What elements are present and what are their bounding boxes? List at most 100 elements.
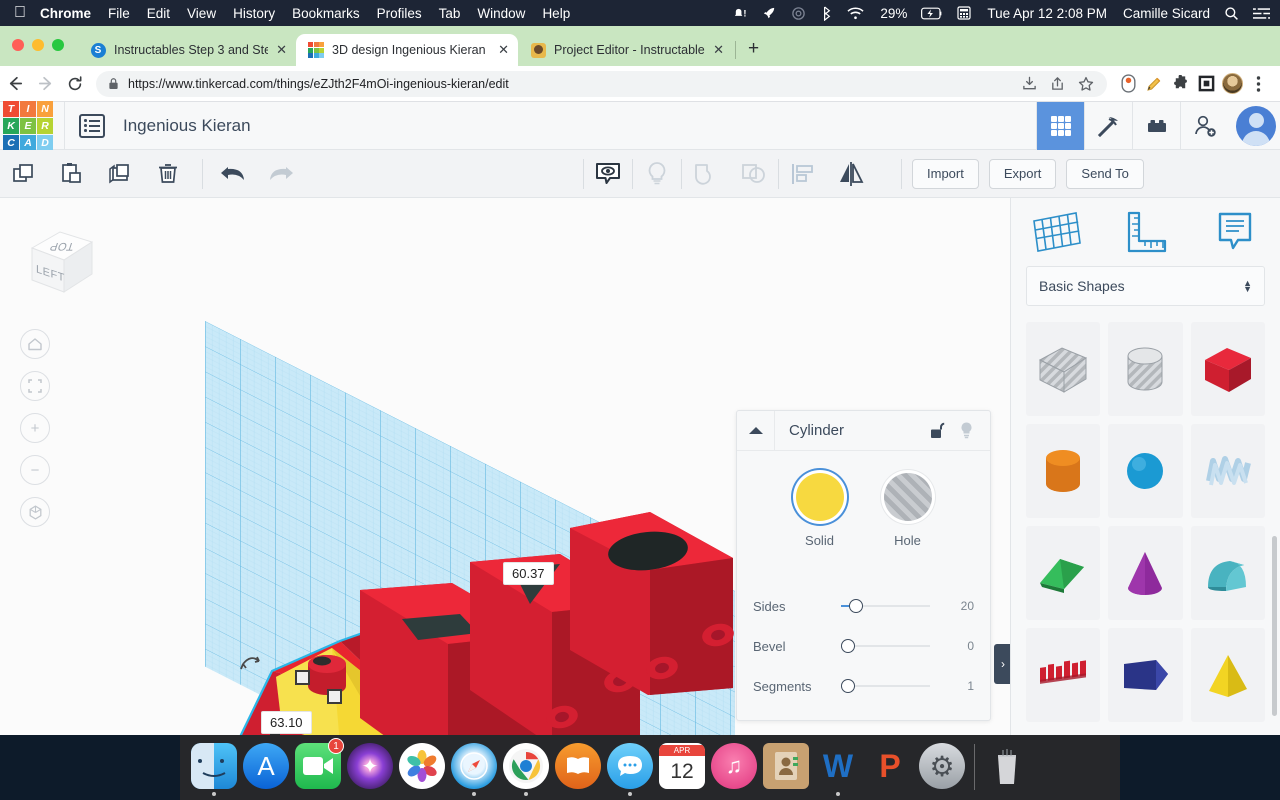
- collapse-chevron-icon[interactable]: [737, 410, 775, 451]
- send-to-button[interactable]: Send To: [1066, 158, 1144, 189]
- redo-button[interactable]: [257, 150, 305, 198]
- dock-item-word[interactable]: W: [812, 740, 864, 796]
- bevel-slider[interactable]: [841, 639, 930, 653]
- dock-item-system-preferences[interactable]: ⚙: [916, 740, 968, 796]
- ruler-icon[interactable]: [1101, 209, 1191, 255]
- square-extension-icon[interactable]: [1193, 75, 1219, 92]
- workplane-grid-icon[interactable]: [1011, 209, 1101, 255]
- puzzle-extension-icon[interactable]: [1167, 75, 1193, 92]
- menu-item-edit[interactable]: Edit: [147, 6, 170, 21]
- list-menu-icon[interactable]: [79, 113, 105, 138]
- window-close-button[interactable]: [12, 39, 24, 51]
- menu-item-help[interactable]: Help: [542, 6, 570, 21]
- three-dot-menu-icon[interactable]: [1245, 75, 1271, 93]
- shape-scribble[interactable]: [1190, 424, 1265, 518]
- dimension-width[interactable]: 60.37: [503, 562, 554, 585]
- browser-tab-instructables[interactable]: S Instructables Step 3 and Step 4 ✕: [78, 34, 296, 66]
- shape-sphere[interactable]: [1108, 424, 1183, 518]
- dock-item-trash[interactable]: [981, 740, 1033, 796]
- shape-round-roof[interactable]: [1190, 526, 1265, 620]
- menu-datetime[interactable]: Tue Apr 12 2:08 PM: [987, 6, 1107, 21]
- back-arrow-icon[interactable]: [0, 74, 30, 93]
- pill-extension-icon[interactable]: [1115, 74, 1141, 93]
- ungroup-icon[interactable]: [730, 150, 778, 198]
- menu-item-view[interactable]: View: [187, 6, 216, 21]
- undo-button[interactable]: [209, 150, 257, 198]
- profile-avatar[interactable]: [1219, 73, 1245, 94]
- mirror-icon[interactable]: [827, 150, 875, 198]
- sides-slider[interactable]: [841, 599, 930, 613]
- dock-item-facetime[interactable]: 1: [292, 738, 344, 796]
- dock-item-calendar[interactable]: APR 12: [656, 740, 708, 796]
- menu-item-tab[interactable]: Tab: [439, 6, 461, 21]
- export-button[interactable]: Export: [988, 158, 1057, 189]
- menu-item-chrome[interactable]: Chrome: [40, 6, 91, 21]
- battery-charging-icon[interactable]: [921, 7, 943, 20]
- group-icon[interactable]: [682, 150, 730, 198]
- dock-item-chrome[interactable]: [500, 740, 552, 796]
- menu-user-name[interactable]: Camille Sicard: [1123, 6, 1210, 21]
- note-icon[interactable]: [1190, 209, 1280, 255]
- dock-item-itunes[interactable]: ♫: [708, 740, 760, 796]
- control-center-icon[interactable]: [1253, 7, 1270, 20]
- dimension-length[interactable]: 63.10: [261, 711, 312, 734]
- shape-box-hole[interactable]: [1026, 322, 1101, 416]
- add-person-icon[interactable]: [1180, 101, 1228, 150]
- segments-slider[interactable]: [841, 679, 930, 693]
- shape-cone[interactable]: [1108, 526, 1183, 620]
- paste-button[interactable]: [48, 150, 96, 198]
- align-icon[interactable]: [779, 150, 827, 198]
- menu-item-file[interactable]: File: [108, 6, 130, 21]
- menu-item-history[interactable]: History: [233, 6, 275, 21]
- tinkercad-logo[interactable]: T I N K E R C A D: [3, 100, 53, 151]
- address-bar[interactable]: https://www.tinkercad.com/things/eZJth2F…: [96, 70, 1107, 97]
- shape-polygon[interactable]: [1108, 628, 1183, 722]
- dock-item-contacts[interactable]: [760, 740, 812, 796]
- notification-alert-icon[interactable]: !: [733, 6, 748, 21]
- trash-icon[interactable]: [144, 150, 192, 198]
- browser-tab-project-editor[interactable]: Project Editor - Instructables ✕: [518, 34, 733, 66]
- dock-item-siri[interactable]: ✦: [344, 740, 396, 796]
- unlock-padlock-icon[interactable]: [930, 422, 945, 439]
- search-icon[interactable]: [1224, 6, 1239, 21]
- lightbulb-icon[interactable]: [959, 421, 974, 440]
- shape-pyramid[interactable]: [1190, 628, 1265, 722]
- dock-item-finder[interactable]: [188, 740, 240, 796]
- calculator-icon[interactable]: [957, 6, 971, 20]
- rocket-icon[interactable]: [762, 6, 777, 21]
- hole-swatch[interactable]: [883, 473, 932, 521]
- forward-arrow-icon[interactable]: [30, 74, 60, 93]
- window-zoom-button[interactable]: [52, 39, 64, 51]
- shape-roof[interactable]: [1026, 526, 1101, 620]
- copy-button[interactable]: [0, 150, 48, 198]
- bookmark-star-icon[interactable]: [1076, 76, 1095, 92]
- shape-gallery-scrollbar[interactable]: [1272, 536, 1277, 716]
- tab-close-icon[interactable]: ✕: [713, 42, 724, 58]
- dock-item-messages[interactable]: [604, 740, 656, 796]
- tab-close-icon[interactable]: ✕: [498, 42, 509, 58]
- duplicate-button[interactable]: [96, 150, 144, 198]
- solid-mode[interactable]: Solid: [795, 473, 844, 548]
- menu-item-bookmarks[interactable]: Bookmarks: [292, 6, 360, 21]
- new-tab-button[interactable]: +: [748, 39, 759, 61]
- pickaxe-icon[interactable]: [1084, 101, 1132, 150]
- menu-item-profiles[interactable]: Profiles: [377, 6, 422, 21]
- dock-item-app-store[interactable]: A: [240, 740, 292, 796]
- hole-mode[interactable]: Hole: [883, 473, 932, 548]
- shape-text[interactable]: [1026, 628, 1101, 722]
- window-minimize-button[interactable]: [32, 39, 44, 51]
- grid-view-button[interactable]: [1036, 101, 1084, 150]
- install-icon[interactable]: [1020, 76, 1039, 91]
- share-icon[interactable]: [1048, 76, 1067, 91]
- note-eye-icon[interactable]: [584, 150, 632, 198]
- apple-menu-icon[interactable]: : [14, 5, 26, 21]
- bluetooth-icon[interactable]: [820, 5, 833, 21]
- shape-cylinder-hole[interactable]: [1108, 322, 1183, 416]
- tab-close-icon[interactable]: ✕: [276, 42, 287, 58]
- dock-item-safari[interactable]: [448, 740, 500, 796]
- reload-icon[interactable]: [60, 75, 90, 93]
- menu-item-window[interactable]: Window: [477, 6, 525, 21]
- dock-item-books[interactable]: [552, 740, 604, 796]
- shape-box[interactable]: [1190, 322, 1265, 416]
- solid-swatch[interactable]: [795, 473, 844, 521]
